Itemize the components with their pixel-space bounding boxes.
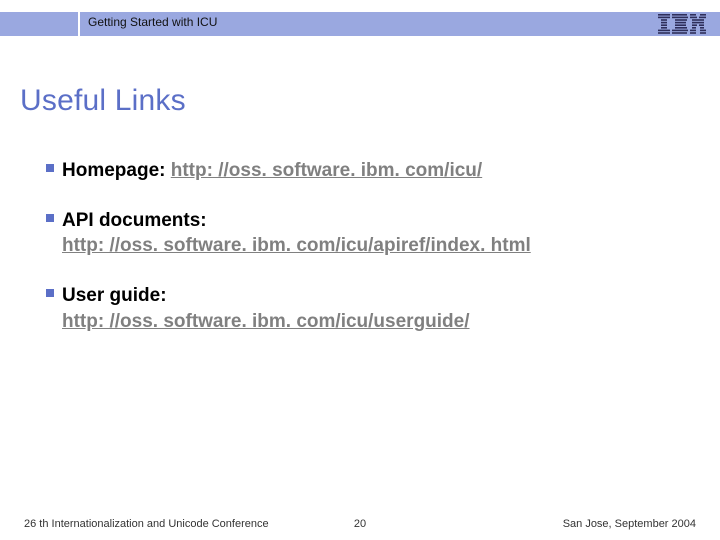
footer: 26 th Internationalization and Unicode C… [0,510,720,530]
header-subtitle: Getting Started with ICU [88,15,217,29]
header-band: Getting Started with ICU [0,12,720,36]
bullet-label: User guide: [62,285,167,306]
homepage-link[interactable]: http: //oss. software. ibm. com/icu/ [171,160,482,181]
bullet-item: Homepage: http: //oss. software. ibm. co… [46,158,686,184]
bullet-list: Homepage: http: //oss. software. ibm. co… [46,158,686,358]
bullet-item: API documents: http: //oss. software. ib… [46,208,686,259]
user-guide-link[interactable]: http: //oss. software. ibm. com/icu/user… [62,311,470,332]
slide: Getting Started with ICU [0,0,720,540]
bullet-item: User guide: http: //oss. software. ibm. … [46,283,686,334]
slide-title: Useful Links [20,84,186,118]
api-docs-link[interactable]: http: //oss. software. ibm. com/icu/apir… [62,235,531,256]
bullet-label: Homepage: [62,160,171,181]
header-divider [78,12,80,36]
ibm-logo-icon [658,14,706,34]
footer-right: San Jose, September 2004 [563,518,696,530]
bullet-label: API documents: [62,210,207,231]
